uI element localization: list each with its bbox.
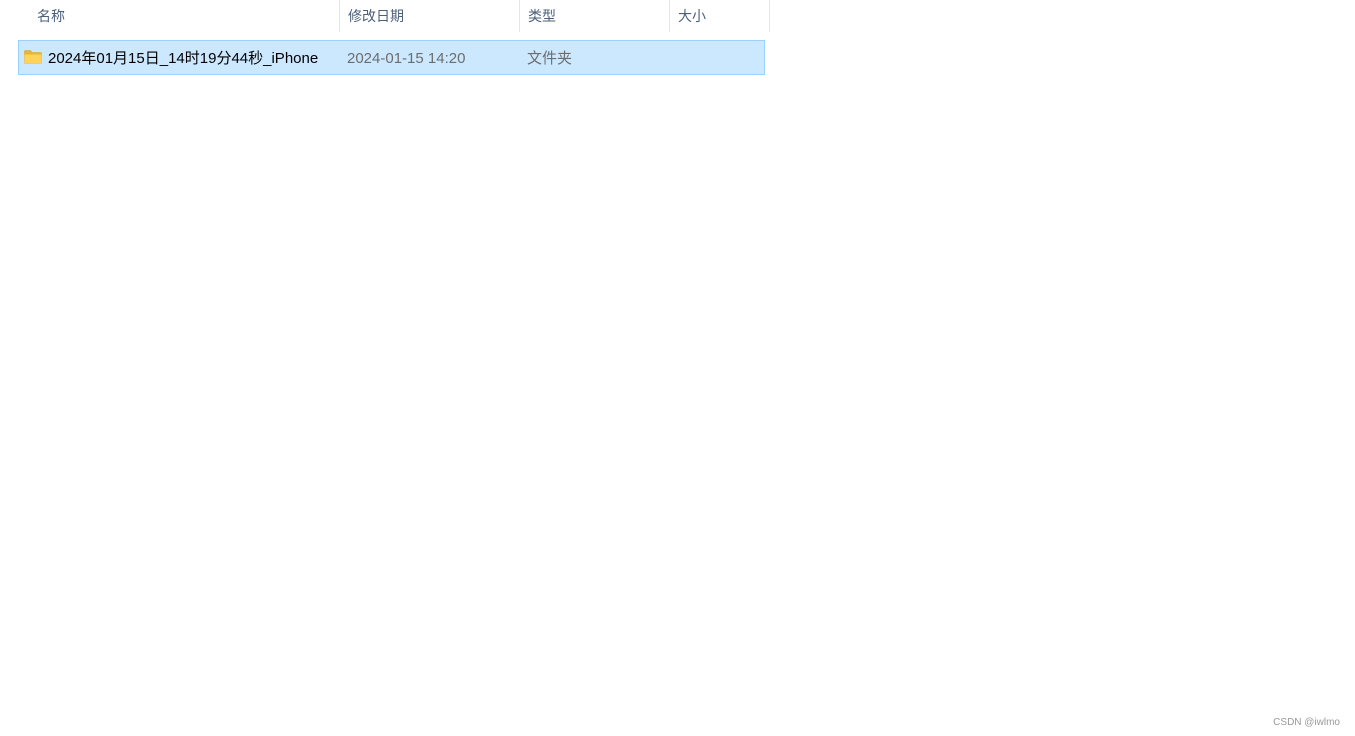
column-header-size[interactable]: 大小 — [670, 0, 770, 32]
column-header-row: ^ 名称 修改日期 类型 大小 — [0, 0, 770, 32]
column-header-date-modified[interactable]: 修改日期 — [340, 0, 520, 32]
column-header-name[interactable]: ^ 名称 — [29, 0, 340, 32]
file-name: 2024年01月15日_14时19分44秒_iPhone — [48, 50, 319, 67]
folder-icon — [24, 50, 42, 64]
file-list-item[interactable]: 2024年01月15日_14时19分44秒_iPhone 2024-01-15 … — [18, 40, 765, 75]
sort-ascending-icon: ^ — [179, 0, 189, 7]
watermark: CSDN @iwlmo — [1273, 717, 1340, 728]
column-header-size-label: 大小 — [678, 8, 706, 24]
column-header-type[interactable]: 类型 — [520, 0, 670, 32]
column-header-name-label: 名称 — [37, 8, 65, 24]
column-header-type-label: 类型 — [528, 8, 556, 24]
column-header-date-label: 修改日期 — [348, 8, 404, 24]
file-type: 文件夹 — [527, 50, 573, 67]
column-separator[interactable] — [769, 0, 770, 32]
file-explorer-list: ^ 名称 修改日期 类型 大小 2024年01月15日_14时19分44秒_iP… — [0, 0, 1355, 736]
file-date-modified: 2024-01-15 14:20 — [347, 50, 466, 67]
